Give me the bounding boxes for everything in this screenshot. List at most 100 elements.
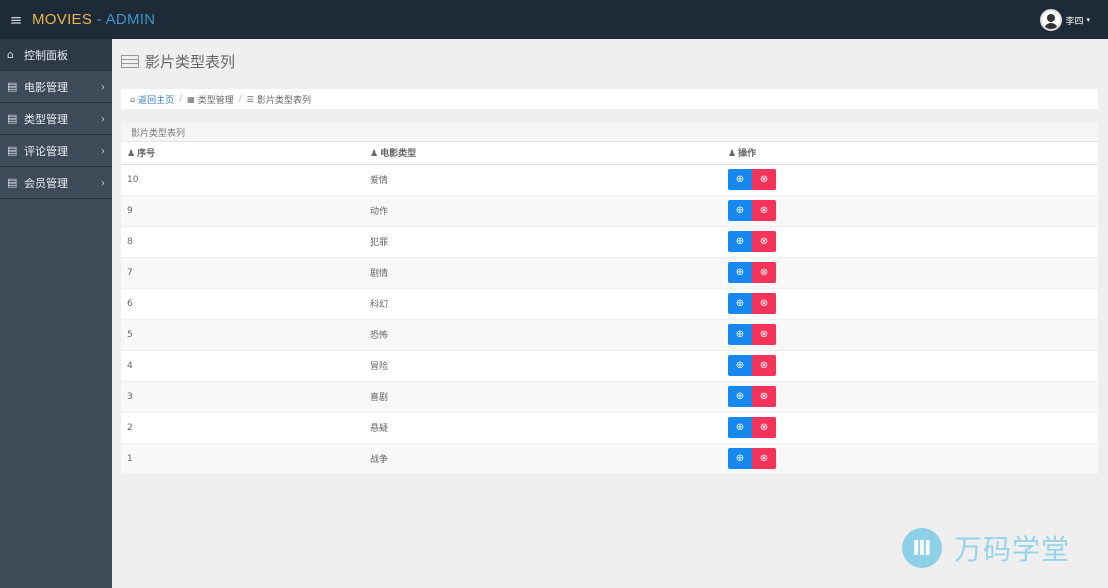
add-button[interactable]: ⊕ [728, 200, 752, 221]
row-type: 喜剧 [364, 380, 722, 412]
type-table: ♟ 序号 ♟ 电影类型 ♟ 操作 10 爱情 ⊕ ⊗ 9 动作 ⊕ ⊗ 8 犯罪 ⊕ ⊗ 7 剧情 ⊕ ⊗ 6 科幻 ⊕ ⊗… [121, 142, 1098, 474]
sidebar-item-members[interactable]: ▤ 会员管理 › [0, 167, 112, 199]
delete-button[interactable]: ⊗ [752, 355, 776, 376]
column-header-label: 电影类型 [380, 149, 417, 160]
row-actions: ⊕ ⊗ [722, 287, 1098, 319]
action-group: ⊕ ⊗ [728, 231, 1098, 252]
action-group: ⊕ ⊗ [728, 386, 1098, 407]
sidebar: ⌂ 控制面板 ▤ 电影管理 › ▤ 类型管理 › ▤ 评论管理 › ▤ 会员管理… [0, 39, 112, 588]
add-button[interactable]: ⊕ [728, 324, 752, 345]
table-header-row: ♟ 序号 ♟ 电影类型 ♟ 操作 [121, 142, 1098, 165]
row-actions: ⊕ ⊗ [722, 349, 1098, 381]
add-button[interactable]: ⊕ [728, 355, 752, 376]
delete-button[interactable]: ⊗ [752, 169, 776, 190]
column-header-id: ♟ 序号 [121, 142, 364, 165]
page-header: 影片类型表列 [121, 51, 235, 72]
row-actions: ⊕ ⊗ [722, 225, 1098, 257]
action-group: ⊕ ⊗ [728, 417, 1098, 438]
home-icon: ⌂ [130, 94, 136, 104]
watermark-logo-icon: Ⅲ [901, 528, 942, 568]
row-id: 8 [121, 225, 364, 257]
table-row: 5 恐怖 ⊕ ⊗ [121, 318, 1098, 350]
watermark: Ⅲ 万码学堂 [901, 528, 1070, 568]
row-id: 9 [121, 194, 364, 226]
user-name: 李四 [1065, 16, 1084, 27]
list-icon: ☰ [246, 94, 254, 104]
chevron-right-icon: › [101, 82, 105, 93]
breadcrumb-level3: 影片类型表列 [256, 95, 311, 106]
action-group: ⊕ ⊗ [728, 293, 1098, 314]
row-actions: ⊕ ⊗ [722, 318, 1098, 350]
row-type: 战争 [364, 442, 722, 474]
brand-logo[interactable]: MOVIES - ADMIN [32, 11, 155, 28]
delete-button[interactable]: ⊗ [752, 417, 776, 438]
sidebar-item-comments[interactable]: ▤ 评论管理 › [0, 135, 112, 167]
table-row: 7 剧情 ⊕ ⊗ [121, 256, 1098, 288]
sidebar-item-label: 评论管理 [24, 144, 68, 158]
delete-button[interactable]: ⊗ [752, 293, 776, 314]
brand-suffix: ADMIN [105, 11, 156, 28]
row-actions: ⊕ ⊗ [722, 163, 1098, 195]
breadcrumb-separator: / [179, 94, 183, 104]
add-button[interactable]: ⊕ [728, 169, 752, 190]
add-button[interactable]: ⊕ [728, 293, 752, 314]
chevron-right-icon: › [101, 114, 105, 125]
action-group: ⊕ ⊗ [728, 324, 1098, 345]
user-icon: ♟ [728, 149, 737, 160]
brand-name: MOVIES [32, 11, 93, 28]
file-icon: ▤ [7, 176, 18, 189]
add-button[interactable]: ⊕ [728, 448, 752, 470]
add-button[interactable]: ⊕ [728, 417, 752, 438]
row-id: 2 [121, 411, 364, 443]
delete-button[interactable]: ⊗ [752, 262, 776, 283]
table-row: 9 动作 ⊕ ⊗ [121, 194, 1098, 226]
row-type: 犯罪 [364, 225, 722, 257]
delete-button[interactable]: ⊗ [752, 231, 776, 252]
row-id: 7 [121, 256, 364, 288]
user-icon: ♟ [370, 149, 379, 160]
row-type: 剧情 [364, 256, 722, 288]
table-row: 2 悬疑 ⊕ ⊗ [121, 411, 1098, 443]
table-icon [121, 55, 139, 68]
sidebar-item-dashboard[interactable]: ⌂ 控制面板 [0, 39, 112, 71]
sidebar-item-label: 控制面板 [24, 48, 68, 62]
file-icon: ▤ [7, 112, 18, 125]
user-menu[interactable]: 李四 ▾ [1040, 9, 1090, 31]
breadcrumb-home-link[interactable]: 返回主页 [138, 93, 174, 106]
row-id: 1 [121, 442, 364, 474]
chevron-down-icon[interactable]: ▾ [1086, 16, 1090, 24]
panel-heading: 影片类型表列 [121, 123, 1098, 142]
type-list-panel: 影片类型表列 ♟ 序号 ♟ 电影类型 ♟ 操作 10 爱情 ⊕ ⊗ 9 动作 ⊕ ⊗ 8 犯罪 ⊕ ⊗ 7 剧情… [121, 123, 1098, 474]
home-icon: ⌂ [7, 48, 14, 61]
row-id: 3 [121, 380, 364, 412]
row-type: 爱情 [364, 163, 722, 195]
main-content: 影片类型表列 ⌂ 返回主页 / ▦ 类型管理 / ☰ 影片类型表列 影片类型表列… [112, 39, 1108, 588]
column-header-label: 序号 [137, 149, 156, 160]
sidebar-item-types[interactable]: ▤ 类型管理 › [0, 103, 112, 135]
row-type: 科幻 [364, 287, 722, 319]
row-actions: ⊕ ⊗ [722, 256, 1098, 288]
table-row: 1 战争 ⊕ ⊗ [121, 442, 1098, 474]
delete-button[interactable]: ⊗ [752, 386, 776, 407]
add-button[interactable]: ⊕ [728, 386, 752, 407]
row-actions: ⊕ ⊗ [722, 442, 1098, 474]
action-group: ⊕ ⊗ [728, 169, 1098, 190]
delete-button[interactable]: ⊗ [752, 200, 776, 221]
file-icon: ▤ [7, 144, 18, 157]
row-id: 5 [121, 318, 364, 350]
delete-button[interactable]: ⊗ [752, 324, 776, 345]
row-actions: ⊕ ⊗ [722, 194, 1098, 226]
hamburger-icon[interactable]: ≡ [0, 11, 32, 29]
add-button[interactable]: ⊕ [728, 231, 752, 252]
table-row: 8 犯罪 ⊕ ⊗ [121, 225, 1098, 257]
breadcrumb-level2: 类型管理 [197, 95, 234, 106]
table-row: 4 冒险 ⊕ ⊗ [121, 349, 1098, 381]
sidebar-item-movies[interactable]: ▤ 电影管理 › [0, 71, 112, 103]
sidebar-item-label: 类型管理 [24, 112, 68, 126]
delete-button[interactable]: ⊗ [752, 448, 776, 470]
table-row: 10 爱情 ⊕ ⊗ [121, 163, 1098, 195]
row-type: 恐怖 [364, 318, 722, 350]
table-row: 6 科幻 ⊕ ⊗ [121, 287, 1098, 319]
add-button[interactable]: ⊕ [728, 262, 752, 283]
avatar[interactable] [1040, 9, 1063, 31]
